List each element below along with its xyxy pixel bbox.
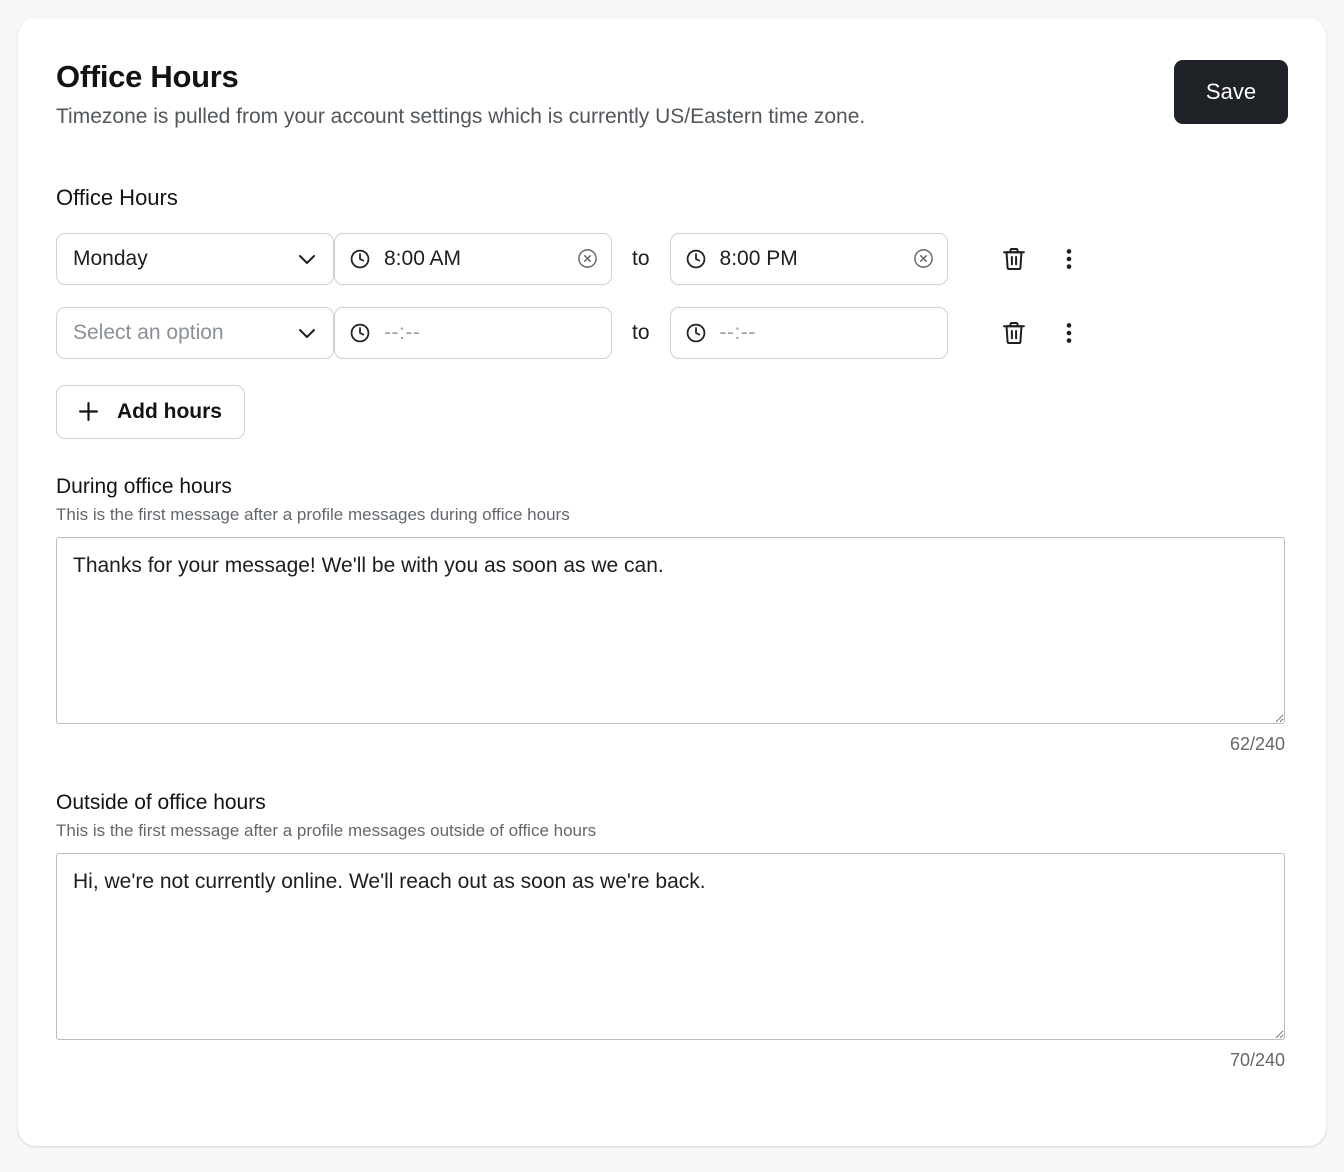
more-vertical-icon	[1057, 246, 1081, 272]
clock-icon	[349, 248, 371, 270]
outside-office-hours-title: Outside of office hours	[56, 790, 266, 814]
more-vertical-icon	[1057, 320, 1081, 346]
end-time-value: --:--	[719, 320, 756, 344]
chevron-down-icon	[295, 247, 319, 271]
office-hours-row: Monday 8:00 AM to 8:00 PM	[56, 232, 1288, 285]
row-more-options-button[interactable]	[1052, 239, 1086, 279]
delete-row-button[interactable]	[994, 239, 1034, 279]
row-more-options-button[interactable]	[1052, 313, 1086, 353]
office-hours-row: Select an option --:-- to --:--	[56, 306, 1288, 359]
day-select[interactable]: Monday	[56, 232, 334, 285]
day-select-value: Select an option	[73, 320, 224, 344]
add-hours-label: Add hours	[117, 399, 222, 423]
day-select[interactable]: Select an option	[56, 306, 334, 359]
office-hours-card: Office Hours Timezone is pulled from you…	[18, 18, 1326, 1146]
page-subtitle: Timezone is pulled from your account set…	[56, 105, 866, 129]
add-hours-button[interactable]: Add hours	[56, 384, 245, 439]
start-time-value: 8:00 AM	[384, 246, 462, 270]
delete-row-button[interactable]	[994, 313, 1034, 353]
during-office-hours-char-count: 62/240	[1229, 733, 1285, 754]
outside-office-hours-block: Outside of office hours This is the firs…	[56, 791, 1288, 1071]
day-select-value: Monday	[73, 246, 148, 270]
office-hours-section-label: Office Hours	[56, 184, 178, 210]
clear-circle-icon[interactable]	[912, 247, 935, 270]
trash-icon	[1000, 245, 1028, 273]
chevron-down-icon	[295, 321, 319, 345]
during-office-hours-help: This is the first message after a profil…	[56, 504, 570, 524]
during-office-hours-textarea[interactable]	[56, 536, 1285, 724]
during-office-hours-block: During office hours This is the first me…	[56, 475, 1288, 755]
clock-icon	[685, 322, 707, 344]
page-title: Office Hours	[56, 59, 239, 94]
clear-circle-icon[interactable]	[576, 247, 599, 270]
to-label: to	[632, 320, 650, 344]
start-time-field[interactable]: 8:00 AM	[334, 232, 612, 285]
trash-icon	[1000, 319, 1028, 347]
outside-office-hours-help: This is the first message after a profil…	[56, 820, 597, 840]
to-label: to	[632, 246, 650, 270]
end-time-value: 8:00 PM	[719, 246, 798, 270]
card-content: Office Hours Timezone is pulled from you…	[18, 18, 1326, 1146]
start-time-field[interactable]: --:--	[334, 306, 612, 359]
card-header: Office Hours Timezone is pulled from you…	[56, 58, 1288, 131]
clock-icon	[685, 248, 707, 270]
outside-office-hours-char-count: 70/240	[1229, 1049, 1285, 1070]
outside-office-hours-textarea[interactable]	[56, 852, 1285, 1040]
office-hours-rows: Monday 8:00 AM to 8:00 PM Select an opti…	[56, 232, 1288, 359]
end-time-field[interactable]: 8:00 PM	[669, 232, 948, 285]
end-time-field[interactable]: --:--	[669, 306, 948, 359]
header-text-group: Office Hours Timezone is pulled from you…	[56, 58, 865, 131]
clock-icon	[349, 322, 371, 344]
save-button[interactable]: Save	[1174, 60, 1288, 124]
during-office-hours-title: During office hours	[56, 474, 232, 498]
plus-icon	[75, 398, 102, 425]
start-time-value: --:--	[384, 320, 421, 344]
